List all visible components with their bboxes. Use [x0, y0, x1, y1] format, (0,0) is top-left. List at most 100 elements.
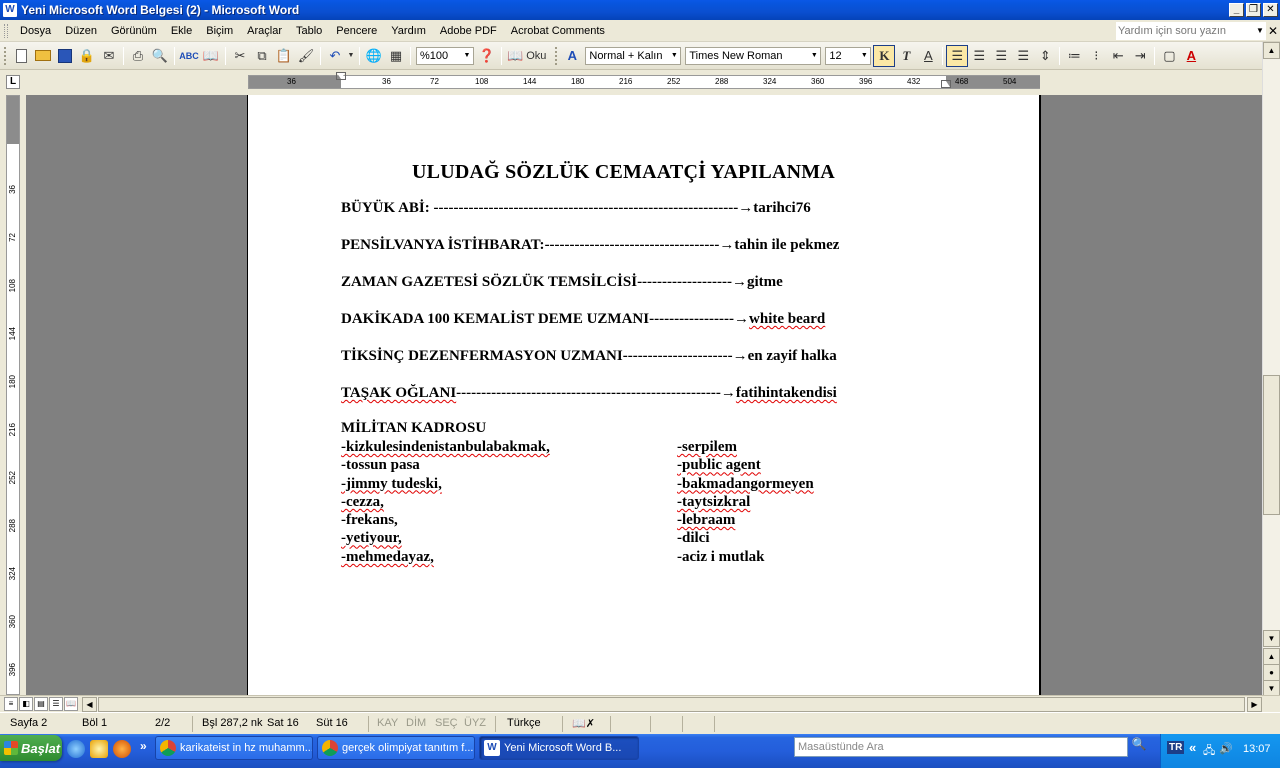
table-button[interactable]: ▦ — [385, 45, 407, 67]
permission-button[interactable]: 🔒 — [76, 45, 98, 67]
underline-button[interactable]: A — [917, 45, 939, 67]
network-icon[interactable]: 🖧 — [1203, 742, 1215, 761]
email-button[interactable]: ✉ — [98, 45, 120, 67]
open-button[interactable] — [32, 45, 54, 67]
line-spacing-button[interactable]: ⇕ — [1034, 45, 1056, 67]
scroll-left-button[interactable]: ◀ — [82, 697, 97, 712]
status-overtype[interactable]: ÜYZ — [464, 717, 486, 729]
minimize-button[interactable]: _ — [1229, 3, 1244, 17]
firefox-icon[interactable] — [113, 740, 131, 758]
vertical-ruler[interactable]: 36 72 108 144 180 216 252 288 324 360 39… — [6, 95, 20, 695]
undo-dropdown[interactable]: ▼ — [346, 45, 356, 67]
normal-view-button[interactable]: ≡ — [4, 697, 18, 711]
bullets-button[interactable]: ⁝ — [1085, 45, 1107, 67]
scroll-up-button[interactable]: ▲ — [1263, 42, 1280, 59]
font-size-select[interactable]: 12 ▼ — [825, 46, 872, 65]
outline-view-button[interactable]: ☰ — [49, 697, 63, 711]
first-line-indent-marker[interactable] — [336, 72, 346, 80]
vertical-scrollbar[interactable]: ▲ ▼ ▲ ● ▼ — [1262, 42, 1280, 697]
taskbar-word-task[interactable]: W Yeni Microsoft Word B... — [479, 736, 639, 760]
style-select[interactable]: Normal + Kalın ▼ — [585, 46, 682, 65]
paste-button[interactable]: 📋 — [273, 45, 295, 67]
browse-object-button[interactable]: ● — [1263, 664, 1280, 681]
menu-acrobat-comments[interactable]: Acrobat Comments — [504, 20, 612, 42]
hyperlink-button[interactable]: 🌐 — [363, 45, 385, 67]
restore-button[interactable]: ❐ — [1246, 3, 1261, 17]
scroll-down-button[interactable]: ▼ — [1263, 630, 1280, 647]
search-icon[interactable]: 🔍 — [1130, 737, 1148, 755]
save-button[interactable] — [54, 45, 76, 67]
scroll-right-button[interactable]: ▶ — [1247, 697, 1262, 712]
status-language[interactable]: Türkçe — [507, 717, 541, 729]
menu-grip[interactable] — [4, 23, 8, 38]
print-button[interactable]: ⎙ — [127, 45, 149, 67]
horizontal-scroll-thumb[interactable] — [98, 697, 1245, 712]
status-extend[interactable]: SEÇ — [435, 717, 458, 729]
align-left-button[interactable]: ☰ — [946, 44, 969, 67]
read-button[interactable]: 📖 Oku — [505, 45, 551, 67]
copy-button[interactable]: ⧉ — [251, 45, 273, 67]
format-painter-button[interactable]: 🖌 — [295, 45, 317, 67]
font-select[interactable]: Times New Roman ▼ — [685, 46, 822, 65]
close-document-icon[interactable]: ✕ — [1268, 24, 1278, 38]
desktop-search-input[interactable]: Masaüstünde Ara — [794, 737, 1128, 757]
quick-launch-expand-icon[interactable]: » — [140, 739, 147, 753]
print-layout-button[interactable]: ▤ — [34, 697, 48, 711]
right-indent-marker[interactable] — [941, 80, 951, 88]
tray-expand-icon[interactable]: « — [1189, 740, 1196, 755]
cut-button[interactable]: ✂ — [229, 45, 251, 67]
language-indicator[interactable]: TR — [1167, 741, 1185, 754]
taskbar-chrome-task-1[interactable]: karikateist in hz muhamm... — [155, 736, 313, 760]
close-button[interactable]: ✕ — [1263, 3, 1278, 17]
vertical-scroll-thumb[interactable] — [1263, 375, 1280, 515]
reading-layout-button[interactable]: 📖 — [64, 697, 78, 711]
taskbar-chrome-task-2[interactable]: gerçek olimpiyat tanıtım f... — [317, 736, 475, 760]
zoom-select[interactable]: %100 ▼ — [416, 46, 474, 65]
menu-bicim[interactable]: Biçim — [199, 20, 240, 42]
clock[interactable]: 13:07 — [1243, 743, 1271, 755]
menu-dosya[interactable]: Dosya — [13, 20, 58, 42]
chevron-down-icon[interactable]: ▼ — [1254, 22, 1266, 40]
increase-indent-button[interactable]: ⇥ — [1129, 45, 1151, 67]
italic-button[interactable]: T — [895, 45, 917, 67]
research-button[interactable]: 📖 — [200, 45, 222, 67]
decrease-indent-button[interactable]: ⇤ — [1107, 45, 1129, 67]
previous-page-button[interactable]: ▲ — [1263, 648, 1280, 665]
help-search-input[interactable]: Yardım için soru yazın ▼ — [1116, 22, 1266, 40]
undo-button[interactable]: ↶ — [324, 45, 346, 67]
menu-tablo[interactable]: Tablo — [289, 20, 329, 42]
tab-stop-selector[interactable]: L — [6, 75, 20, 89]
web-layout-button[interactable]: ◧ — [19, 697, 33, 711]
align-center-button[interactable]: ☰ — [968, 45, 990, 67]
document-page[interactable]: ULUDAĞ SÖZLÜK CEMAATÇİ YAPILANMA BÜYÜK A… — [247, 95, 1041, 695]
word-app-icon[interactable]: W — [3, 3, 17, 17]
horizontal-ruler[interactable]: 36 36 72 108 144 180 216 252 288 324 360… — [248, 72, 1040, 89]
clock-app-icon[interactable] — [90, 740, 108, 758]
print-preview-button[interactable]: 🔍 — [149, 45, 171, 67]
horizontal-scrollbar[interactable]: ◀ ▶ — [82, 697, 1262, 712]
menu-gorunum[interactable]: Görünüm — [104, 20, 164, 42]
ie-icon[interactable] — [67, 740, 85, 758]
font-color-button[interactable]: A — [1180, 45, 1202, 67]
document-area[interactable]: ULUDAĞ SÖZLÜK CEMAATÇİ YAPILANMA BÜYÜK A… — [26, 95, 1262, 695]
spelling-status-icon[interactable]: 📖✗ — [572, 717, 595, 730]
toolbar-grip[interactable] — [555, 46, 558, 65]
menu-ekle[interactable]: Ekle — [164, 20, 199, 42]
menu-duzen[interactable]: Düzen — [58, 20, 104, 42]
start-button[interactable]: Başlat — [0, 735, 62, 761]
align-right-button[interactable]: ☰ — [990, 45, 1012, 67]
toolbar-grip[interactable] — [4, 46, 7, 65]
menu-pencere[interactable]: Pencere — [329, 20, 384, 42]
new-document-button[interactable] — [10, 45, 32, 67]
menu-yardim[interactable]: Yardım — [384, 20, 433, 42]
status-track[interactable]: DİM — [406, 717, 426, 729]
status-record[interactable]: KAY — [377, 717, 398, 729]
menu-araclar[interactable]: Araçlar — [240, 20, 289, 42]
numbering-button[interactable]: ≔ — [1063, 45, 1085, 67]
volume-icon[interactable]: 🔊 — [1219, 742, 1233, 755]
bold-button[interactable]: K — [873, 44, 896, 67]
justify-button[interactable]: ☰ — [1012, 45, 1034, 67]
borders-button[interactable]: ▢ — [1158, 45, 1180, 67]
help-button[interactable]: ❓ — [476, 45, 498, 67]
styles-pane-button[interactable]: A — [561, 45, 583, 67]
